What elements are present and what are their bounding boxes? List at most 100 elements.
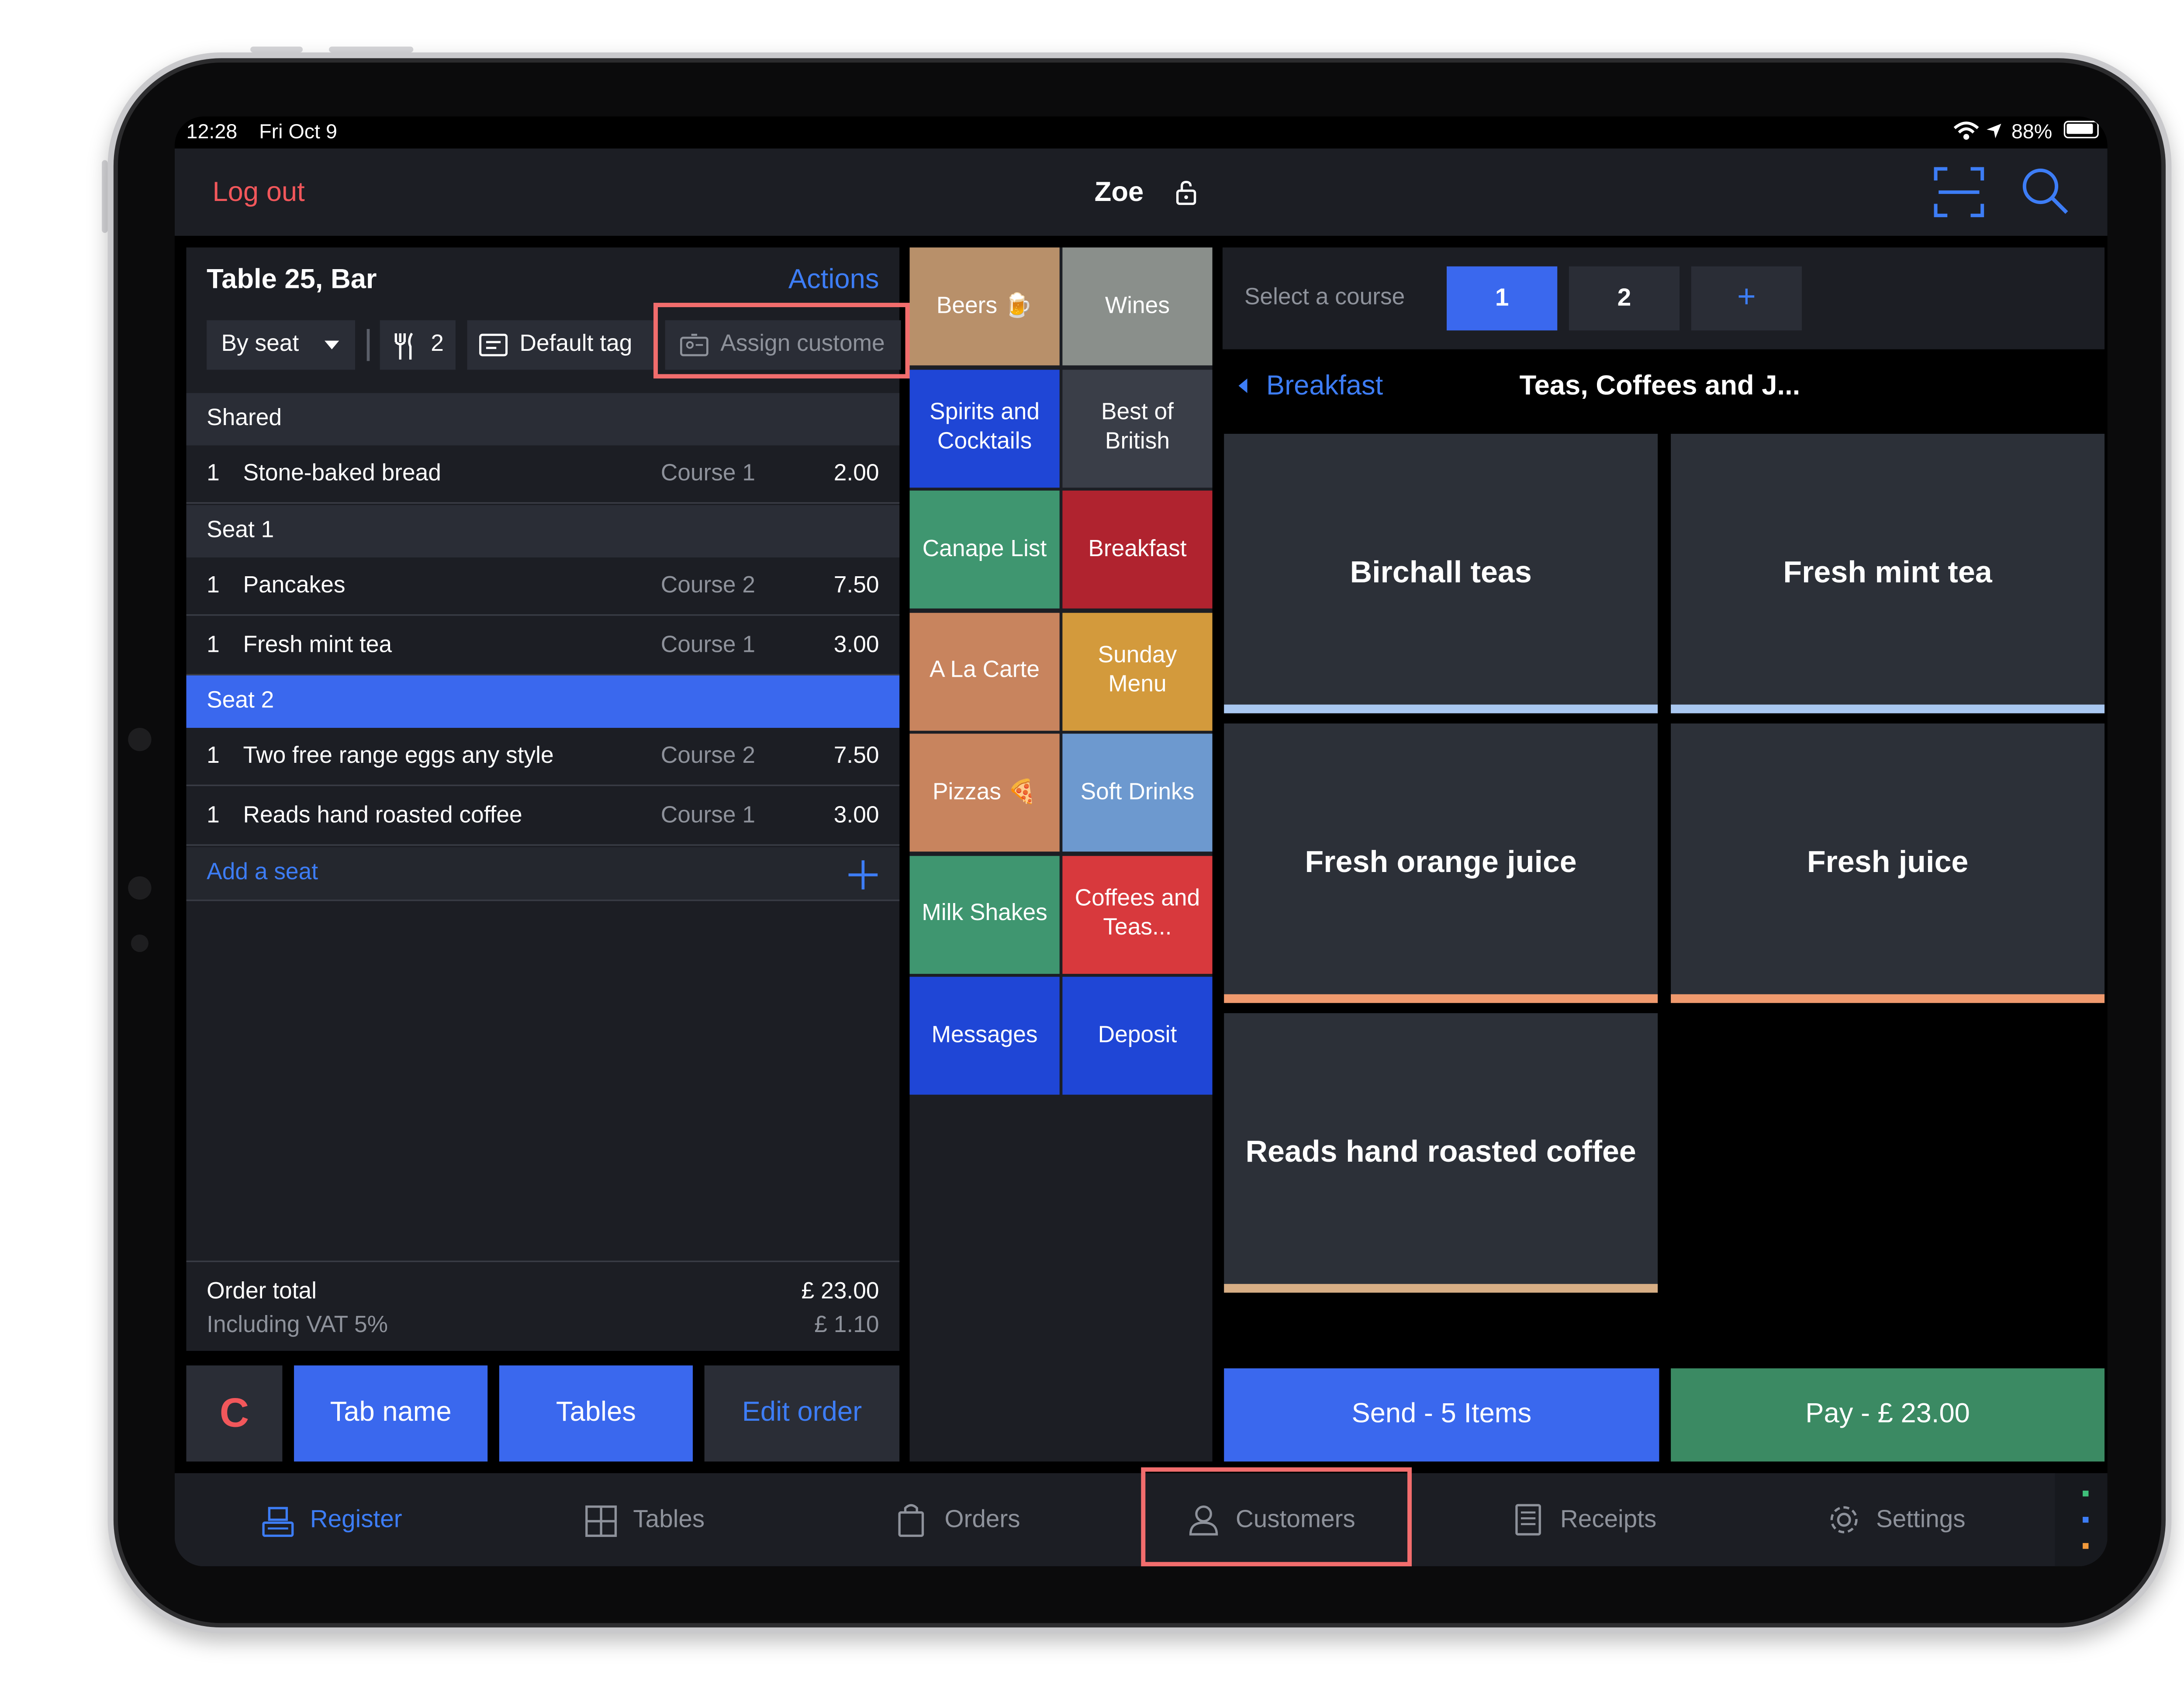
product-tile[interactable]: Fresh mint tea: [1671, 433, 2105, 713]
tab-orders[interactable]: Orders: [897, 1504, 1057, 1540]
category-button[interactable]: Coffees and Teas...: [1062, 855, 1213, 973]
course-2-button[interactable]: 2: [1569, 266, 1680, 331]
category-button[interactable]: Milk Shakes: [909, 855, 1060, 973]
category-button[interactable]: A La Carte: [909, 612, 1060, 730]
sensor-icon: [131, 934, 149, 952]
covers-button[interactable]: 2: [380, 320, 456, 370]
volume-up-button: [250, 46, 303, 52]
sensor-icon: [128, 876, 152, 900]
barcode-scan-icon[interactable]: [1933, 166, 1985, 218]
order-item-row[interactable]: 1 Fresh mint tea Course 1 3.00: [186, 617, 900, 676]
location-icon: [1987, 124, 2001, 138]
orders-icon: [898, 1504, 924, 1537]
product-tile[interactable]: Fresh orange juice: [1224, 723, 1658, 1003]
category-button[interactable]: Deposit: [1062, 976, 1213, 1095]
item-course: Course 1: [660, 803, 756, 828]
covers-count: 2: [431, 332, 444, 357]
product-accent-bar: [1224, 704, 1658, 713]
product-label: Reads hand roasted coffee: [1245, 1135, 1636, 1169]
section-header-seat-2[interactable]: Seat 2: [186, 675, 900, 728]
item-price: 7.50: [833, 573, 879, 599]
add-seat-row[interactable]: Add a seat: [186, 847, 900, 901]
send-button[interactable]: Send - 5 Items: [1224, 1368, 1659, 1462]
customers-tab-highlight: [1141, 1467, 1412, 1567]
lock-icon[interactable]: [1173, 179, 1199, 205]
product-accent-bar: [1671, 704, 2105, 713]
default-tag-button[interactable]: Default tag: [467, 320, 654, 370]
vat-value: £ 1.10: [814, 1313, 879, 1338]
search-icon[interactable]: [2020, 166, 2070, 215]
side-button: [102, 160, 108, 233]
settings-icon: [1830, 1506, 1858, 1533]
status-date: Fri Oct 9: [259, 119, 337, 143]
category-button[interactable]: Messages: [909, 976, 1060, 1095]
item-qty: 1: [207, 633, 220, 658]
order-item-row[interactable]: 1 Two free range eggs any style Course 2…: [186, 728, 900, 786]
section-header-seat-1[interactable]: Seat 1: [186, 505, 900, 558]
tab-label: Register: [310, 1505, 402, 1533]
category-button[interactable]: Soft Drinks: [1062, 734, 1213, 852]
category-button[interactable]: Best of British: [1062, 369, 1213, 487]
tab-label: Receipts: [1560, 1505, 1657, 1533]
tables-button[interactable]: Tables: [499, 1365, 693, 1462]
product-tile[interactable]: Reads hand roasted coffee: [1224, 1013, 1658, 1293]
logout-button[interactable]: Log out: [212, 178, 304, 210]
order-item-row[interactable]: 1 Stone-baked bread Course 1 2.00: [186, 445, 900, 504]
category-button[interactable]: Canape List: [909, 490, 1060, 609]
order-item-row[interactable]: 1 Reads hand roasted coffee Course 1 3.0…: [186, 787, 900, 846]
category-button[interactable]: Pizzas 🍕: [909, 734, 1060, 852]
default-tag-label: Default tag: [519, 332, 632, 357]
app-header: Log out Zoe: [174, 148, 2108, 236]
product-accent-bar: [1671, 994, 2105, 1003]
order-item-row[interactable]: 1 Pancakes Course 2 7.50: [186, 557, 900, 616]
item-price: 3.00: [833, 633, 879, 658]
edit-order-button[interactable]: Edit order: [704, 1365, 900, 1462]
product-label: Birchall teas: [1350, 556, 1532, 590]
tab-tables[interactable]: Tables: [585, 1505, 745, 1540]
clear-order-button[interactable]: C: [186, 1365, 283, 1462]
plus-icon[interactable]: [847, 859, 879, 891]
tab-receipts[interactable]: Receipts: [1514, 1504, 1688, 1540]
total-label: Order total: [207, 1279, 317, 1305]
order-title: Table 25, Bar: [207, 265, 377, 296]
order-panel: Table 25, Bar Actions By seat 2 Default …: [186, 247, 901, 1351]
battery-level: 88%: [2011, 119, 2053, 143]
actions-button[interactable]: Actions: [788, 265, 879, 297]
add-course-button[interactable]: +: [1691, 266, 1802, 331]
section-label: Seat 2: [207, 689, 274, 713]
pay-button[interactable]: Pay - £ 23.00: [1671, 1368, 2105, 1462]
product-tile[interactable]: Fresh juice: [1671, 723, 2105, 1003]
category-button[interactable]: Sunday Menu: [1062, 612, 1213, 730]
app-screen: 12:28 Fri Oct 9 88% Log out Zoe Table 25…: [174, 116, 2108, 1567]
camera-icon: [128, 728, 152, 751]
product-label: Fresh mint tea: [1783, 556, 1992, 590]
tab-settings[interactable]: Settings: [1828, 1505, 2003, 1540]
category-button[interactable]: Breakfast: [1062, 490, 1213, 609]
tab-name-button[interactable]: Tab name: [294, 1365, 488, 1462]
chevron-left-icon[interactable]: [1237, 377, 1249, 395]
category-button[interactable]: Spirits and Cocktails: [909, 369, 1060, 487]
product-accent-bar: [1224, 1284, 1658, 1293]
section-header-shared[interactable]: Shared: [186, 393, 900, 446]
item-price: 3.00: [833, 803, 879, 828]
cutlery-icon: [394, 332, 413, 360]
item-qty: 1: [207, 573, 220, 599]
assign-customer-highlight: [653, 303, 910, 379]
breadcrumb-back[interactable]: Breakfast: [1266, 371, 1383, 403]
course-1-button[interactable]: 1: [1447, 266, 1558, 331]
section-label: Seat 1: [207, 518, 274, 543]
receipts-icon: [1515, 1504, 1541, 1536]
tab-register[interactable]: Register: [262, 1505, 437, 1540]
category-button[interactable]: Beers 🍺: [909, 247, 1060, 366]
section-label: Shared: [207, 406, 282, 431]
toolbar-divider: [366, 329, 370, 361]
power-button: [329, 46, 414, 52]
course-selector: Select a course 1 2 +: [1222, 247, 2105, 350]
item-qty: 1: [207, 461, 220, 486]
product-tile[interactable]: Birchall teas: [1224, 433, 1658, 713]
group-by-select[interactable]: By seat: [207, 320, 356, 370]
category-button[interactable]: Wines: [1062, 247, 1213, 366]
product-label: Fresh juice: [1807, 845, 1969, 879]
item-course: Course 2: [660, 744, 756, 769]
tab-label: Tables: [633, 1505, 705, 1533]
